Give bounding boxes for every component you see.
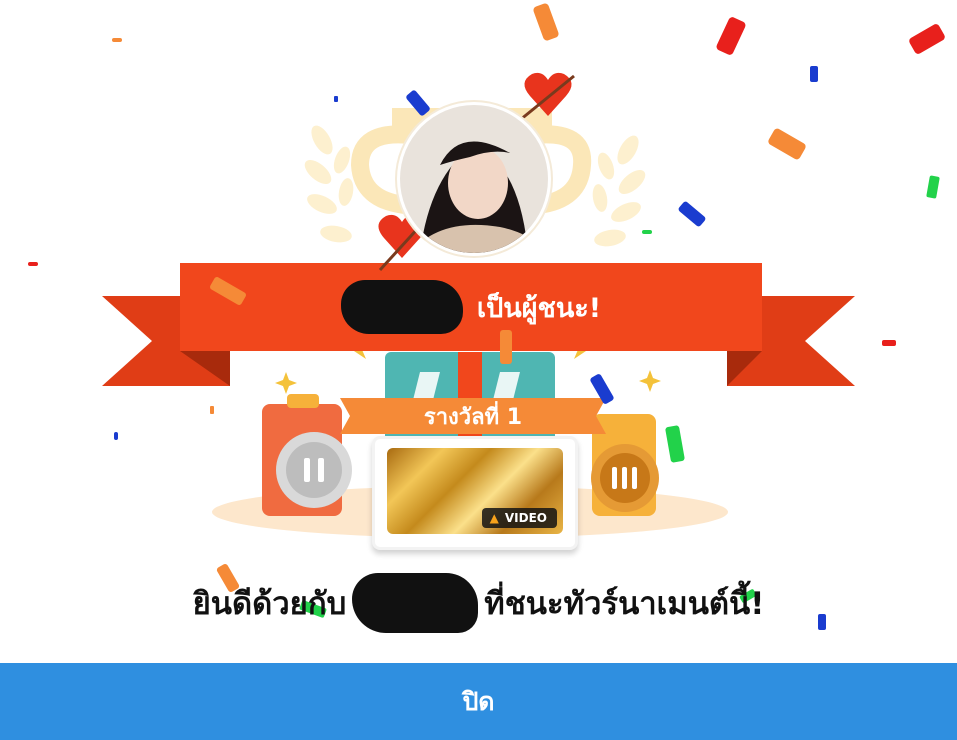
winner-avatar [397, 102, 551, 256]
avatar-photo [400, 105, 548, 253]
close-button[interactable]: ปิด [0, 663, 957, 740]
bronze-medal-icon [591, 444, 659, 512]
fire-icon: ▲ [489, 511, 499, 525]
laurel-right-icon [592, 135, 646, 247]
redacted-username [352, 573, 479, 633]
prize-rank-label: รางวัลที่ 1 [423, 404, 523, 430]
silver-medal-icon [276, 432, 352, 508]
heart-arrow-icon [519, 72, 575, 122]
congrats-message: ยินดีด้วยกับ ที่ชนะทัวร์นาเมนต์นี้! [0, 568, 957, 638]
laurel-left-icon [304, 125, 354, 243]
congrats-suffix: ที่ชนะทัวร์นาเมนต์นี้! [484, 586, 765, 622]
winner-banner: เป็นผู้ชนะ! [180, 263, 762, 351]
winner-screen: เป็นผู้ชนะ! รางวัลที่ 1 ▲ VIDEO ยินดีด้ว… [0, 0, 957, 740]
congrats-prefix: ยินดีด้วยกับ [192, 586, 347, 622]
prize-card[interactable]: ▲ VIDEO [372, 436, 578, 550]
redacted-winner-name [340, 280, 463, 334]
video-badge: ▲ VIDEO [481, 508, 557, 528]
video-badge-label: VIDEO [504, 511, 547, 525]
prize-video-thumbnail[interactable]: ▲ VIDEO [387, 448, 563, 534]
winner-banner-text: เป็นผู้ชนะ! [476, 292, 602, 324]
